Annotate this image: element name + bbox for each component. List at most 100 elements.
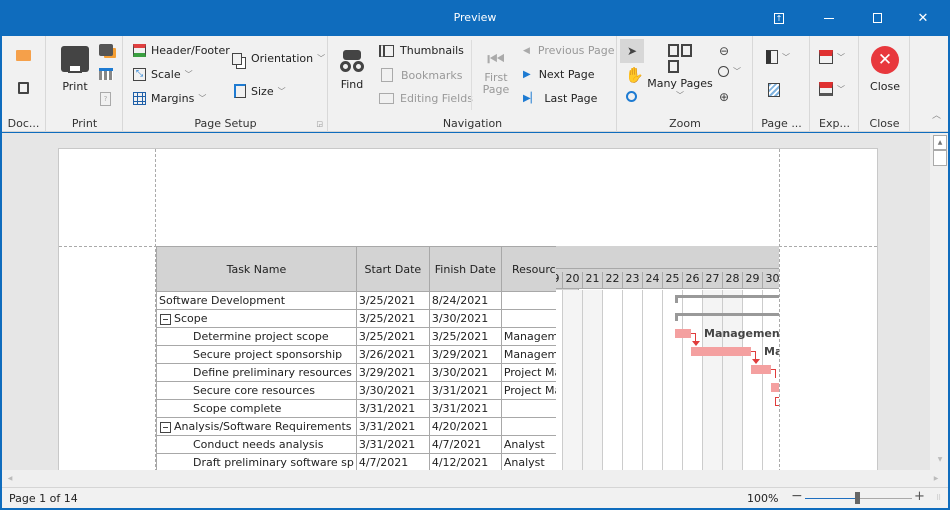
- scale-icon: ⤡: [133, 68, 146, 81]
- scroll-right-button[interactable]: ▶: [930, 472, 942, 485]
- finish-date-cell: 3/30/2021: [428, 363, 502, 382]
- send-button[interactable]: ﹀: [819, 82, 845, 96]
- chevron-down-icon: ﹀: [676, 91, 684, 100]
- finish-date-cell: 4/7/2021: [428, 435, 502, 454]
- quick-print-icon: [99, 44, 113, 56]
- magnifier-tool-button[interactable]: [626, 91, 637, 102]
- zoom-icon: [718, 66, 729, 77]
- header-task-name: Task Name: [156, 246, 357, 292]
- group-export: ﹀ ﹀ Exp...: [811, 36, 859, 132]
- scale-button[interactable]: ⤡ Scale ﹀: [133, 68, 193, 81]
- many-pages-button[interactable]: Many Pages ﹀: [647, 44, 713, 101]
- task-name: Scope complete: [193, 402, 282, 415]
- minimize-icon: [824, 17, 834, 19]
- pointer-icon: ➤: [626, 44, 638, 58]
- page-setup-launcher[interactable]: ◲: [316, 120, 323, 128]
- task-name-cell: Analysis/Software Requirements: [156, 417, 357, 436]
- zoom-in-slider-button[interactable]: +: [914, 489, 925, 504]
- day-label: 19: [556, 272, 563, 289]
- start-date-cell: 3/29/2021: [355, 363, 430, 382]
- group-label-close: Close: [869, 117, 900, 130]
- scroll-up-button[interactable]: ▲: [933, 135, 947, 150]
- finish-date-cell: 3/31/2021: [428, 381, 502, 400]
- hand-tool-button[interactable]: ✋: [625, 66, 644, 84]
- paper-size-icon: [234, 84, 246, 98]
- maximize-button[interactable]: [854, 0, 900, 36]
- minimize-button[interactable]: [806, 0, 852, 36]
- finish-date-cell: 8/24/2021: [428, 291, 502, 310]
- page-setup-dialog-button[interactable]: [99, 68, 113, 80]
- status-bar: Page 1 of 14 100% − + ⠿: [2, 487, 948, 508]
- previous-page-icon: ◀: [523, 45, 530, 56]
- scroll-left-button[interactable]: ◀: [4, 472, 16, 485]
- resize-grip-icon[interactable]: ⠿: [936, 494, 941, 502]
- horizontal-scrollbar[interactable]: ◀ ▶: [2, 470, 948, 487]
- task-name-cell: Secure project sponsorship: [156, 345, 357, 364]
- margins-button[interactable]: Margins ﹀: [133, 92, 206, 105]
- zoom-in-button[interactable]: ⊕: [719, 90, 729, 104]
- thumbnails-icon: [379, 44, 394, 57]
- finish-date-cell: 3/30/2021: [428, 309, 502, 328]
- collapse-icon[interactable]: [160, 421, 171, 433]
- next-page-button[interactable]: ▶ Next Page: [523, 68, 594, 81]
- header-footer-label: Header/Footer: [151, 44, 230, 57]
- summary-bar-start: [675, 295, 678, 303]
- summary-bar-start: [675, 313, 678, 321]
- chevron-down-icon: ﹀: [277, 86, 286, 96]
- send-pdf-icon: [819, 82, 833, 96]
- zoom-slider-thumb[interactable]: [855, 492, 860, 504]
- printer-icon: [61, 46, 89, 73]
- editing-fields-button: Editing Fields: [379, 92, 473, 105]
- print-button[interactable]: Print: [57, 46, 93, 93]
- orientation-button[interactable]: Orientation ﹀: [232, 52, 325, 65]
- task-name-cell: Determine project scope: [156, 327, 357, 346]
- open-button[interactable]: [16, 50, 31, 61]
- close-preview-button[interactable]: ✕ Close: [866, 46, 904, 93]
- page-settings-icon: [99, 68, 113, 80]
- task-bar: [675, 329, 691, 338]
- bookmarks-label: Bookmarks: [401, 68, 463, 82]
- export-button[interactable]: ﹀: [819, 50, 845, 64]
- first-page-button: ⏮ First Page: [479, 48, 513, 96]
- finish-date-cell: 3/29/2021: [428, 345, 502, 364]
- close-window-button[interactable]: ✕: [900, 0, 946, 36]
- day-label: 25: [663, 272, 683, 289]
- collapse-ribbon-button[interactable]: ︿: [932, 108, 941, 121]
- zoom-out-slider-button[interactable]: −: [791, 488, 803, 504]
- scroll-down-button[interactable]: ▼: [933, 453, 947, 468]
- zoom-level: 100%: [747, 492, 779, 505]
- group-page-background: ﹀ Page ...: [754, 36, 810, 132]
- task-bar: [691, 347, 751, 356]
- bookmark-icon: [381, 68, 393, 82]
- vertical-scrollbar[interactable]: ▲ ▼: [930, 133, 948, 470]
- find-button[interactable]: Find: [337, 48, 367, 91]
- folder-open-icon: [16, 50, 31, 61]
- header-footer-button[interactable]: Header/Footer: [133, 44, 230, 57]
- page-color-button[interactable]: ﹀: [766, 50, 790, 64]
- maximize-icon: [872, 13, 882, 23]
- collapse-icon[interactable]: [160, 313, 171, 325]
- thumbnails-button[interactable]: Thumbnails: [379, 44, 464, 57]
- zoom-dropdown-button[interactable]: ﹀: [718, 66, 741, 77]
- size-button[interactable]: Size ﹀: [234, 84, 286, 98]
- editing-fields-label: Editing Fields: [400, 92, 473, 105]
- save-button[interactable]: [18, 82, 29, 94]
- zoom-out-button[interactable]: ⊖: [719, 44, 729, 58]
- day-label: 20: [563, 272, 583, 289]
- task-name: Determine project scope: [193, 330, 329, 343]
- bookmarks-button: Bookmarks: [379, 68, 462, 82]
- day-label: 26: [683, 272, 703, 289]
- clipboard-help-icon: ?: [100, 92, 111, 106]
- watermark-button[interactable]: [768, 83, 780, 97]
- parameters-button[interactable]: ?: [100, 92, 111, 106]
- vertical-scroll-thumb[interactable]: [933, 150, 947, 166]
- pin-ribbon-button[interactable]: ↑: [756, 0, 802, 36]
- group-label-navigation: Navigation: [442, 117, 503, 130]
- task-name-cell: Draft preliminary software sp: [156, 453, 357, 470]
- document-viewport[interactable]: Task Name Start Date Finish Date Resourc…: [2, 133, 930, 470]
- quick-print-button[interactable]: [99, 44, 113, 56]
- last-page-button[interactable]: ▶▏ Last Page: [523, 92, 597, 105]
- pointer-tool-button[interactable]: ➤: [620, 39, 644, 63]
- start-date-cell: 3/26/2021: [355, 345, 430, 364]
- start-date-cell: 3/31/2021: [355, 417, 430, 436]
